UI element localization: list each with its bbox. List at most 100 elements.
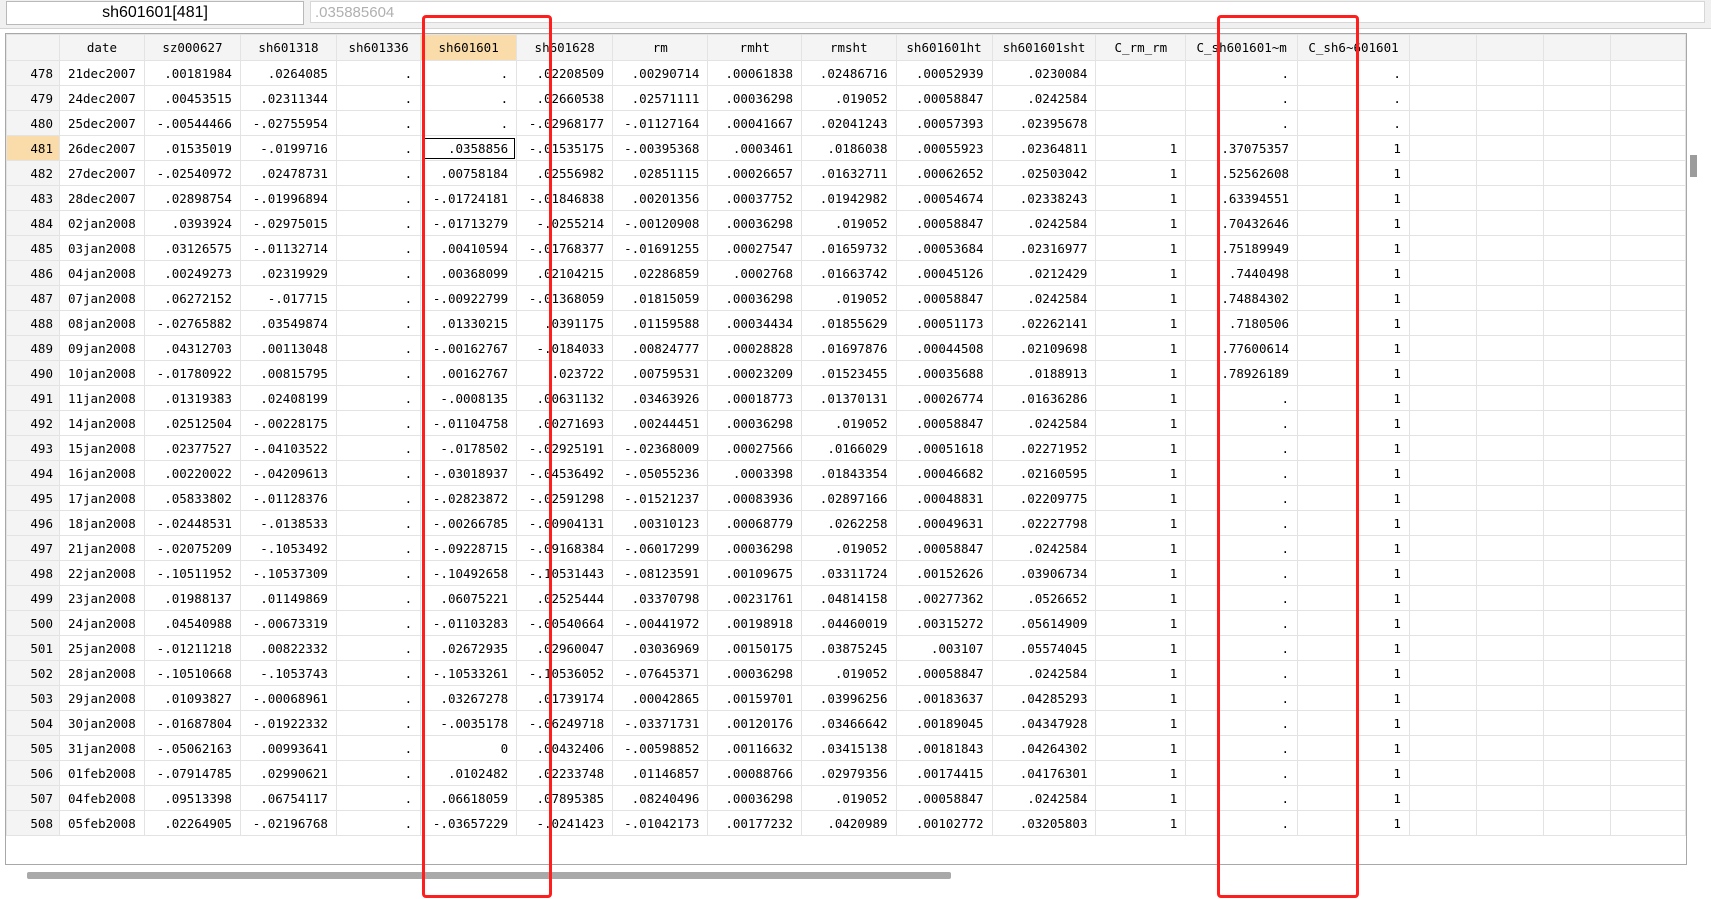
row-number[interactable]: 492 [6, 410, 60, 436]
data-cell[interactable]: .01159588 [612, 310, 709, 336]
data-cell[interactable]: 02jan2008 [58, 210, 145, 236]
column-header[interactable]: sz000627 [143, 34, 241, 61]
data-cell[interactable] [1542, 210, 1611, 236]
data-cell[interactable] [1542, 810, 1611, 836]
data-cell[interactable]: .0242584 [991, 85, 1097, 111]
data-cell[interactable] [1542, 785, 1611, 811]
data-cell[interactable]: .00062652 [895, 160, 993, 186]
table-row[interactable]: 502 28jan2008 -.10510668 -.1053743. -.105332… [6, 660, 1686, 686]
data-cell[interactable] [1408, 435, 1477, 461]
data-cell[interactable]: 03jan2008 [58, 235, 145, 261]
data-cell[interactable]: .00036298 [707, 85, 803, 111]
data-cell[interactable]: .00177232 [707, 810, 803, 836]
data-cell[interactable] [1408, 160, 1477, 186]
row-number[interactable]: 487 [6, 285, 60, 311]
data-cell[interactable]: -.01922332 [239, 710, 337, 736]
data-cell[interactable] [1408, 660, 1477, 686]
data-cell[interactable] [1475, 235, 1544, 261]
data-cell[interactable] [1475, 285, 1544, 311]
data-cell[interactable]: 10jan2008 [58, 360, 145, 386]
row-number[interactable]: 491 [6, 385, 60, 411]
data-cell[interactable]: .00231761 [707, 585, 803, 611]
data-cell[interactable]: .00159701 [707, 685, 803, 711]
data-cell[interactable]: .03875245 [801, 635, 897, 661]
data-cell[interactable] [1542, 85, 1611, 111]
table-row[interactable]: 485 03jan2008.03126575 -.01132714. .0041059… [6, 235, 1686, 261]
row-number[interactable]: 505 [6, 735, 60, 761]
data-cell[interactable]: .00113048 [239, 335, 337, 361]
data-cell[interactable]: .00201356 [612, 185, 709, 211]
data-cell[interactable]: . [335, 210, 422, 236]
data-cell[interactable]: 09jan2008 [58, 335, 145, 361]
data-cell[interactable]: .02209775 [991, 485, 1097, 511]
data-cell[interactable]: 1 [1095, 285, 1187, 311]
data-cell[interactable]: .01663742 [801, 260, 897, 286]
data-cell[interactable]: .02109698 [991, 335, 1097, 361]
data-cell[interactable]: .06754117 [239, 785, 337, 811]
data-cell[interactable]: .02364811 [991, 135, 1097, 161]
data-cell[interactable] [1609, 60, 1686, 86]
data-cell[interactable] [1609, 210, 1686, 236]
data-cell[interactable]: .02316977 [991, 235, 1097, 261]
data-cell[interactable]: .08240496 [612, 785, 709, 811]
data-cell[interactable]: .09513398 [143, 785, 241, 811]
data-cell[interactable]: 1 [1095, 460, 1187, 486]
data-cell[interactable] [1475, 685, 1544, 711]
data-cell[interactable]: .00088766 [707, 760, 803, 786]
data-cell[interactable]: .05574045 [991, 635, 1097, 661]
table-row[interactable]: 479 24dec2007.00453515.02311344.. .0266053… [6, 85, 1686, 111]
data-cell[interactable]: -.02075209 [143, 535, 241, 561]
data-cell[interactable]: -.10537309 [239, 560, 337, 586]
data-cell[interactable]: 1 [1095, 435, 1187, 461]
data-cell[interactable]: 1 [1095, 360, 1187, 386]
data-cell[interactable] [1408, 85, 1477, 111]
data-cell[interactable]: 01feb2008 [58, 760, 145, 786]
data-cell[interactable] [1542, 560, 1611, 586]
data-cell[interactable] [1408, 410, 1477, 436]
data-cell[interactable]: .03906734 [991, 560, 1097, 586]
data-cell[interactable]: 1 [1095, 760, 1187, 786]
data-cell[interactable]: .00083936 [707, 485, 803, 511]
data-cell[interactable]: .02395678 [991, 110, 1097, 136]
data-cell[interactable]: .0188913 [991, 360, 1097, 386]
row-number[interactable]: 478 [6, 60, 60, 86]
data-cell[interactable]: .02377527 [143, 435, 241, 461]
data-cell[interactable]: . [335, 160, 422, 186]
data-cell[interactable]: . [335, 60, 422, 86]
data-cell[interactable]: 04jan2008 [58, 260, 145, 286]
data-cell[interactable]: . [335, 485, 422, 511]
column-header[interactable]: rm [612, 34, 709, 61]
data-cell[interactable]: -.05062163 [143, 735, 241, 761]
data-cell[interactable]: .0242584 [991, 410, 1097, 436]
data-cell[interactable] [1542, 585, 1611, 611]
data-cell[interactable] [1609, 810, 1686, 836]
data-cell[interactable]: .02262141 [991, 310, 1097, 336]
data-cell[interactable]: .003107 [895, 635, 993, 661]
data-cell[interactable]: .00036298 [707, 785, 803, 811]
column-header[interactable]: date [58, 34, 145, 61]
data-cell[interactable]: 24jan2008 [58, 610, 145, 636]
data-cell[interactable]: . [335, 360, 422, 386]
data-cell[interactable]: . [335, 385, 422, 411]
data-cell[interactable]: 05feb2008 [58, 810, 145, 836]
data-cell[interactable] [1609, 385, 1686, 411]
data-cell[interactable]: . [335, 410, 422, 436]
data-cell[interactable]: .00036298 [707, 660, 803, 686]
data-cell[interactable]: -.02368009 [612, 435, 709, 461]
data-cell[interactable]: 1 [1095, 610, 1187, 636]
data-cell[interactable]: -.00598852 [612, 735, 709, 761]
data-cell[interactable]: .00042865 [612, 685, 709, 711]
data-cell[interactable] [1475, 585, 1544, 611]
data-cell[interactable]: -.00068961 [239, 685, 337, 711]
data-cell[interactable]: . [335, 635, 422, 661]
data-cell[interactable] [1408, 635, 1477, 661]
table-row[interactable]: 490 10jan2008 -.01780922.00815795. .0016276… [6, 360, 1686, 386]
data-cell[interactable]: -.02755954 [239, 110, 337, 136]
data-cell[interactable] [1408, 135, 1477, 161]
data-cell[interactable]: 28jan2008 [58, 660, 145, 686]
data-cell[interactable]: -.00228175 [239, 410, 337, 436]
data-cell[interactable]: 1 [1095, 660, 1187, 686]
data-cell[interactable]: .02271952 [991, 435, 1097, 461]
data-cell[interactable]: .0242584 [991, 210, 1097, 236]
data-cell[interactable] [1408, 460, 1477, 486]
